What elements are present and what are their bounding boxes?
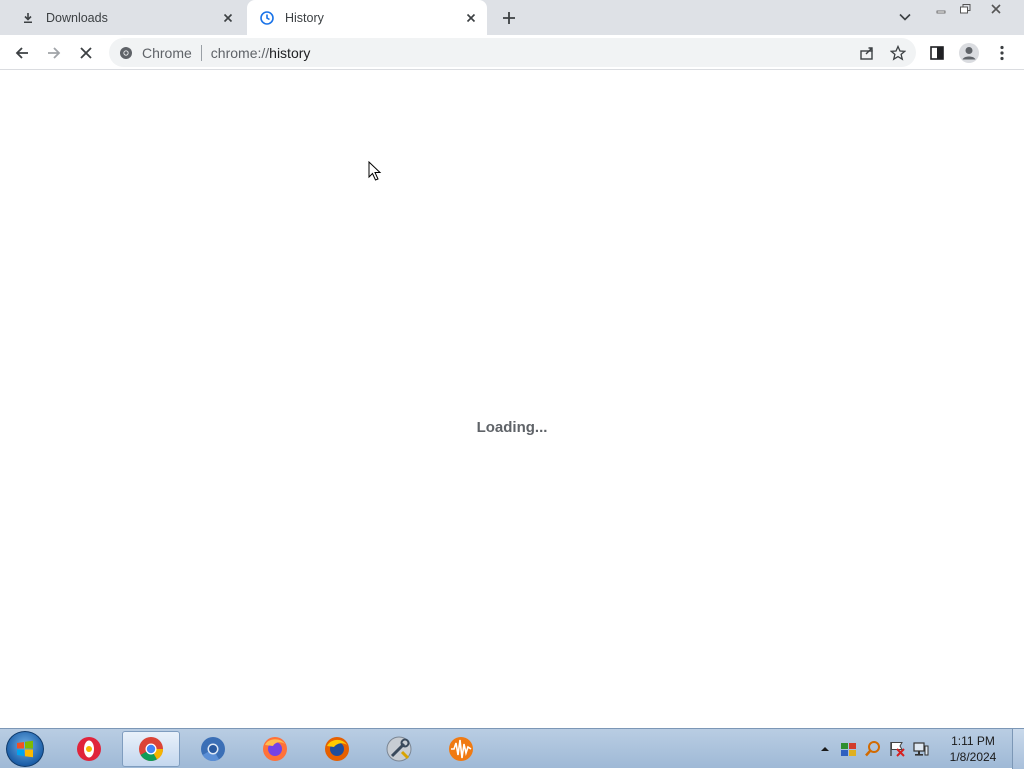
restore-icon	[960, 4, 971, 14]
close-window-button[interactable]	[978, 0, 1014, 18]
menu-button[interactable]	[988, 39, 1016, 67]
stop-loading-button[interactable]	[72, 39, 100, 67]
loading-text: Loading...	[476, 419, 548, 436]
star-icon[interactable]	[888, 43, 908, 63]
taskbar-app-audio[interactable]	[432, 731, 490, 767]
tab-title: History	[285, 10, 324, 25]
close-icon[interactable]	[218, 8, 238, 28]
system-tray	[820, 739, 930, 759]
forward-button[interactable]	[40, 39, 68, 67]
close-icon	[991, 4, 1001, 14]
taskbar-app-firefox-alt[interactable]	[308, 731, 366, 767]
tab-history[interactable]: History	[247, 0, 487, 35]
taskbar-app-tool[interactable]	[370, 731, 428, 767]
windows-logo-icon	[17, 740, 33, 758]
opera-icon	[77, 737, 101, 761]
close-icon[interactable]	[461, 8, 481, 28]
share-icon[interactable]	[857, 43, 877, 63]
start-button[interactable]	[6, 731, 44, 767]
system-clock[interactable]: 1:11 PM 1/8/2024	[940, 733, 1006, 765]
chevron-down-icon	[899, 13, 911, 21]
chrome-icon[interactable]	[118, 45, 134, 61]
chrome-icon	[139, 737, 163, 762]
more-vert-icon	[1000, 45, 1004, 61]
taskbar-app-chrome[interactable]	[122, 731, 180, 767]
side-panel-button[interactable]	[923, 39, 951, 67]
firefox-icon	[263, 737, 287, 761]
chevron-up-icon[interactable]	[820, 744, 830, 754]
profile-button[interactable]	[955, 39, 983, 67]
taskbar-app-firefox[interactable]	[246, 731, 304, 767]
windows-taskbar: 1:11 PM 1/8/2024	[0, 728, 1024, 769]
back-button[interactable]	[8, 39, 36, 67]
plus-icon	[503, 12, 515, 24]
audio-wave-icon	[449, 737, 473, 761]
window-controls	[928, 0, 1014, 18]
site-label: Chrome	[142, 44, 192, 61]
tool-icon	[386, 736, 412, 762]
restore-button[interactable]	[953, 0, 978, 18]
taskbar-app-chromium[interactable]	[184, 731, 242, 767]
avatar-icon	[959, 43, 979, 63]
url-text[interactable]: chrome://history	[211, 45, 916, 61]
side-panel-icon	[930, 46, 944, 60]
clock-date: 1/8/2024	[949, 750, 997, 764]
network-monitor-icon[interactable]	[840, 740, 858, 758]
new-tab-button[interactable]	[497, 6, 521, 30]
history-icon	[259, 10, 275, 26]
clock-time: 1:11 PM	[951, 734, 995, 748]
show-desktop-button[interactable]	[1012, 729, 1024, 769]
address-bar[interactable]: Chrome chrome://history	[109, 38, 916, 67]
download-icon	[20, 10, 36, 26]
arrow-right-icon	[48, 47, 61, 59]
tab-title: Downloads	[46, 10, 108, 25]
flag-alert-icon[interactable]	[888, 740, 906, 758]
browser-toolbar: Chrome chrome://history	[0, 35, 1024, 70]
network-icon[interactable]	[912, 740, 930, 758]
divider	[200, 44, 202, 61]
page-content: Loading...	[0, 71, 1024, 728]
tab-search-button[interactable]	[894, 6, 916, 28]
firefox-icon	[325, 737, 349, 761]
tab-downloads[interactable]: Downloads	[8, 0, 244, 35]
close-icon	[80, 47, 92, 59]
search-tool-icon[interactable]	[864, 740, 882, 758]
mouse-cursor-icon	[368, 161, 382, 181]
tab-strip: Downloads History	[0, 0, 1024, 35]
taskbar-app-opera[interactable]	[60, 731, 118, 767]
arrow-left-icon	[15, 47, 28, 59]
minimize-button[interactable]	[928, 0, 953, 18]
minimize-icon	[936, 10, 945, 14]
chromium-icon	[201, 737, 225, 762]
